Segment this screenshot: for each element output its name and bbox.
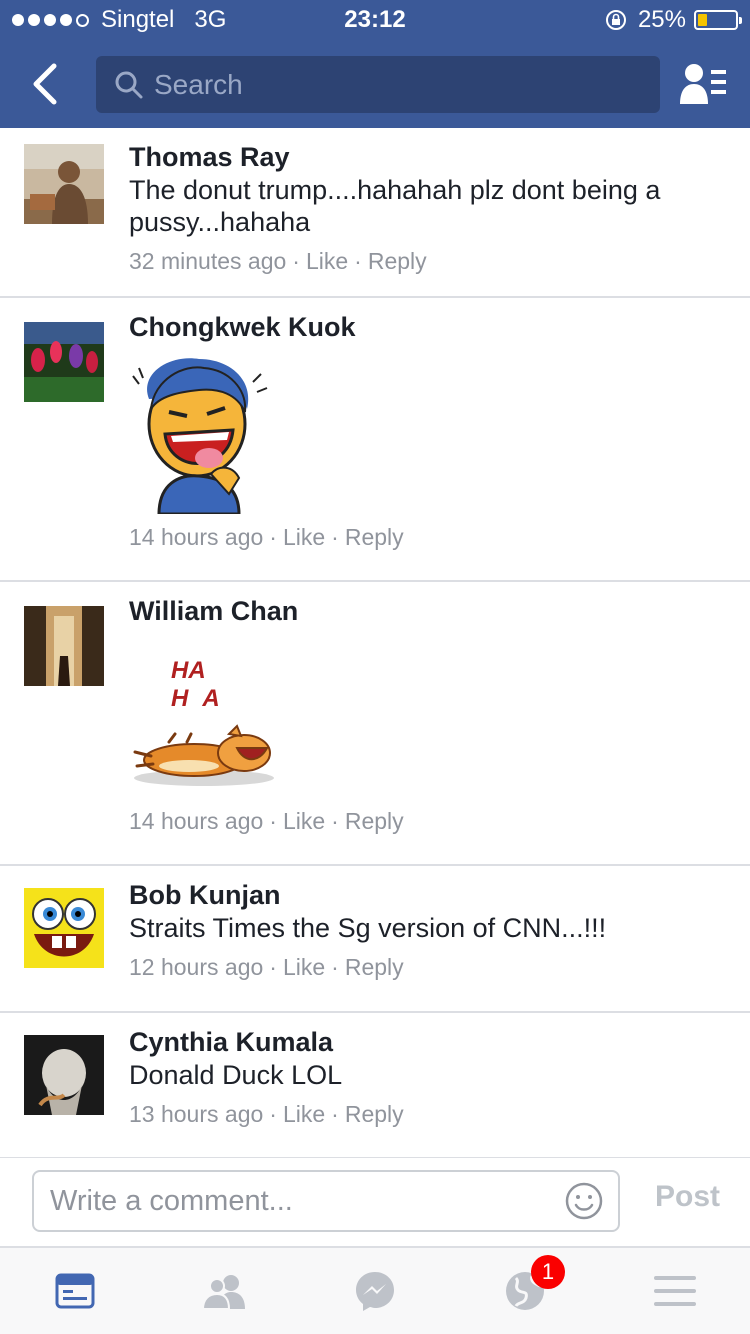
comment-composer: Write a comment... Post xyxy=(0,1158,750,1248)
comment-item: William Chan HA HA 14 hours ago · Like · Rep… xyxy=(0,582,750,866)
commenter-name[interactable]: Cynthia Kumala xyxy=(129,1025,720,1059)
tab-more[interactable] xyxy=(645,1261,705,1321)
header: Singtel 3G 23:12 25% Search xyxy=(0,0,750,128)
post-button[interactable]: Post xyxy=(655,1180,720,1214)
friend-requests-icon[interactable] xyxy=(678,62,728,106)
avatar[interactable] xyxy=(24,606,104,686)
comment-time: 14 hours ago xyxy=(129,524,264,550)
avatar[interactable] xyxy=(24,1035,104,1115)
reply-link[interactable]: Reply xyxy=(345,808,404,834)
tab-notifications[interactable]: 1 xyxy=(495,1255,565,1321)
notification-badge: 1 xyxy=(531,1255,565,1289)
chevron-left-icon[interactable] xyxy=(22,56,68,112)
news-feed-icon xyxy=(55,1273,95,1309)
avatar[interactable] xyxy=(24,888,104,968)
reply-link[interactable]: Reply xyxy=(345,1101,404,1127)
comment-item: Thomas Ray The donut trump....hahahah pl… xyxy=(0,128,750,298)
like-link[interactable]: Like xyxy=(283,1101,325,1127)
comment-time: 12 hours ago xyxy=(129,954,264,980)
comment-time: 14 hours ago xyxy=(129,808,264,834)
friends-icon xyxy=(203,1275,245,1309)
search-placeholder: Search xyxy=(154,68,243,100)
comment-input[interactable]: Write a comment... xyxy=(32,1170,620,1232)
comment-time: 13 hours ago xyxy=(129,1101,264,1127)
sticker-ha-bottom: HA xyxy=(171,685,234,712)
nav-bar: Search xyxy=(0,40,750,128)
battery-icon xyxy=(694,10,742,30)
tab-messenger[interactable] xyxy=(345,1261,405,1321)
tab-friends[interactable] xyxy=(195,1261,255,1321)
tab-bar: 1 xyxy=(0,1248,750,1334)
comment-item: Bob Kunjan Straits Times the Sg version … xyxy=(0,866,750,1013)
reply-link[interactable]: Reply xyxy=(345,954,404,980)
comment-time: 32 minutes ago xyxy=(129,248,287,274)
smiley-icon[interactable] xyxy=(564,1181,604,1221)
commenter-name[interactable]: Thomas Ray xyxy=(129,140,720,174)
comment-text: The donut trump....hahahah plz dont bein… xyxy=(129,175,661,237)
search-icon xyxy=(115,71,143,98)
like-link[interactable]: Like xyxy=(283,524,325,550)
menu-icon xyxy=(654,1276,696,1306)
messenger-icon xyxy=(356,1272,394,1311)
like-link[interactable]: Like xyxy=(306,248,348,274)
comment-text: Donald Duck LOL xyxy=(129,1060,343,1090)
tab-news-feed[interactable] xyxy=(45,1261,105,1321)
comment-item: Chongkwek Kuok 14 hours ago · Like · Reply xyxy=(0,298,750,582)
laughing-dog-sticker: HA HA xyxy=(133,657,274,786)
rotation-lock-icon xyxy=(605,10,626,30)
like-link[interactable]: Like xyxy=(283,808,325,834)
battery-percent: 25% xyxy=(637,6,686,33)
reply-link[interactable]: Reply xyxy=(368,248,427,274)
comment-text: Straits Times the Sg version of CNN...!!… xyxy=(129,913,607,943)
avatar[interactable] xyxy=(24,144,104,224)
sticker-ha-top: HA xyxy=(171,657,206,684)
comment-item: Cynthia Kumala Donald Duck LOL 13 hours … xyxy=(0,1013,750,1159)
avatar[interactable] xyxy=(24,322,104,402)
commenter-name[interactable]: Chongkwek Kuok xyxy=(129,310,720,344)
comment-input-placeholder: Write a comment... xyxy=(50,1184,293,1217)
reply-link[interactable]: Reply xyxy=(345,524,404,550)
search-bar[interactable]: Search xyxy=(96,56,660,113)
like-link[interactable]: Like xyxy=(283,954,325,980)
status-bar: Singtel 3G 23:12 25% xyxy=(0,0,750,40)
laughing-man-sticker xyxy=(132,358,268,514)
commenter-name[interactable]: William Chan xyxy=(129,594,720,628)
commenter-name[interactable]: Bob Kunjan xyxy=(129,878,720,912)
